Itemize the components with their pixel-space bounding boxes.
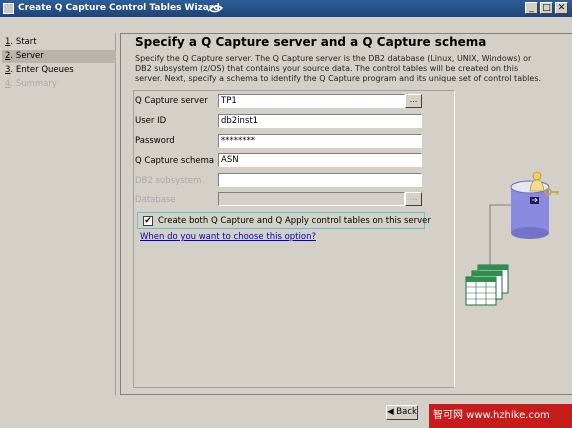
create-both-tables-label: Create both Q Capture and Q Apply contro… [158,216,431,226]
description-line: Specify the Q Capture server. The Q Capt… [135,54,532,63]
swirl-icon [207,5,224,13]
database-label: Database [135,195,176,205]
step-label: . Summary [10,79,57,89]
database-browse-button: ... [405,192,422,206]
page-title: Specify a Q Capture server and a Q Captu… [135,35,487,49]
step-server[interactable]: 2. Server [2,50,116,63]
step-label: . Enter Queues [10,65,74,75]
schema-label: Q Capture schema [135,156,215,166]
title-bar: Create Q Capture Control Tables Wizard _… [0,0,572,17]
window-title: Create Q Capture Control Tables Wizard [18,3,220,13]
choose-option-help-link[interactable]: When do you want to choose this option? [140,232,316,242]
close-button[interactable]: ✕ [555,2,568,14]
capture-server-browse-button[interactable]: ... [405,94,422,108]
step-label: . Server [10,51,44,61]
create-both-tables-checkbox[interactable]: ✔ [143,216,153,226]
page-description: Specify the Q Capture server. The Q Capt… [135,54,565,84]
create-both-tables-option[interactable]: ✔ Create both Q Capture and Q Apply cont… [137,212,431,229]
user-id-input[interactable]: db2inst1 [218,114,422,128]
control-tables-icon [465,264,509,306]
capture-server-input[interactable]: TP1 [218,94,405,108]
maximize-button[interactable]: □ [540,2,553,14]
step-label: . Start [10,37,37,47]
back-button[interactable]: ◀ Back [386,405,418,420]
capture-server-label: Q Capture server [135,96,208,106]
db2-subsystem-label: DB2 subsystem [135,176,202,186]
db2-subsystem-input [218,173,422,187]
step-enter-queues[interactable]: 3. Enter Queues [2,64,116,77]
site-watermark: 智可网 www.hzhike.com [429,404,572,428]
password-input[interactable]: ******** [218,134,422,148]
window-icon [3,3,14,14]
step-start[interactable]: 1. Start [2,36,116,49]
password-label: Password [135,136,175,146]
description-line: DB2 subsystem (z/OS) that contains your … [135,64,519,73]
wizard-step-list: 1. Start 2. Server 3. Enter Queues 4. Su… [2,33,116,395]
database-input [218,192,405,206]
user-id-label: User ID [135,116,167,126]
step-summary: 4. Summary [2,78,116,91]
description-line: server. Next, specify a schema to identi… [135,74,542,83]
server-illustration [465,171,559,306]
schema-input[interactable]: ASN [218,153,422,167]
minimize-button[interactable]: _ [525,2,538,14]
